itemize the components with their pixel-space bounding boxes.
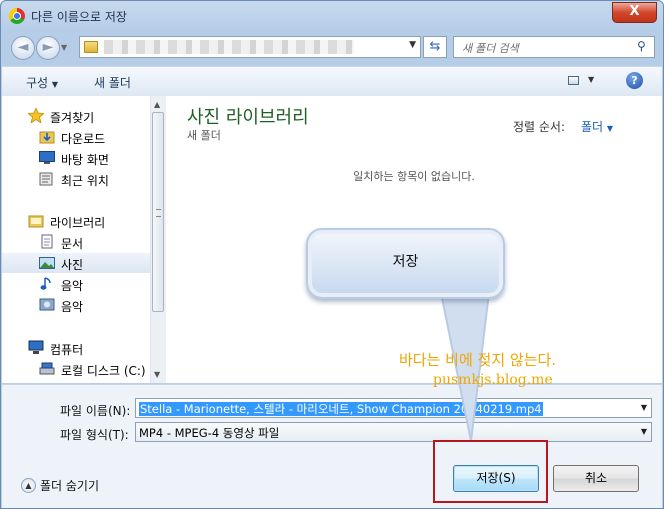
annotation-note: 바다는 비에 젖지 않는다. <box>399 351 557 369</box>
save-as-dialog: 다른 이름으로 저장 X ◄ ► ▼ ▼ ⇆ ⚲ 구성 ▼ 새 폴더 ▼ ? 즐… <box>0 0 664 509</box>
callout-text: 저장 <box>392 254 419 270</box>
callout-bubble: 저장 <box>306 228 505 299</box>
annotation-blog: pusmkjs.blog.me <box>433 372 553 388</box>
highlight-box <box>433 440 548 503</box>
